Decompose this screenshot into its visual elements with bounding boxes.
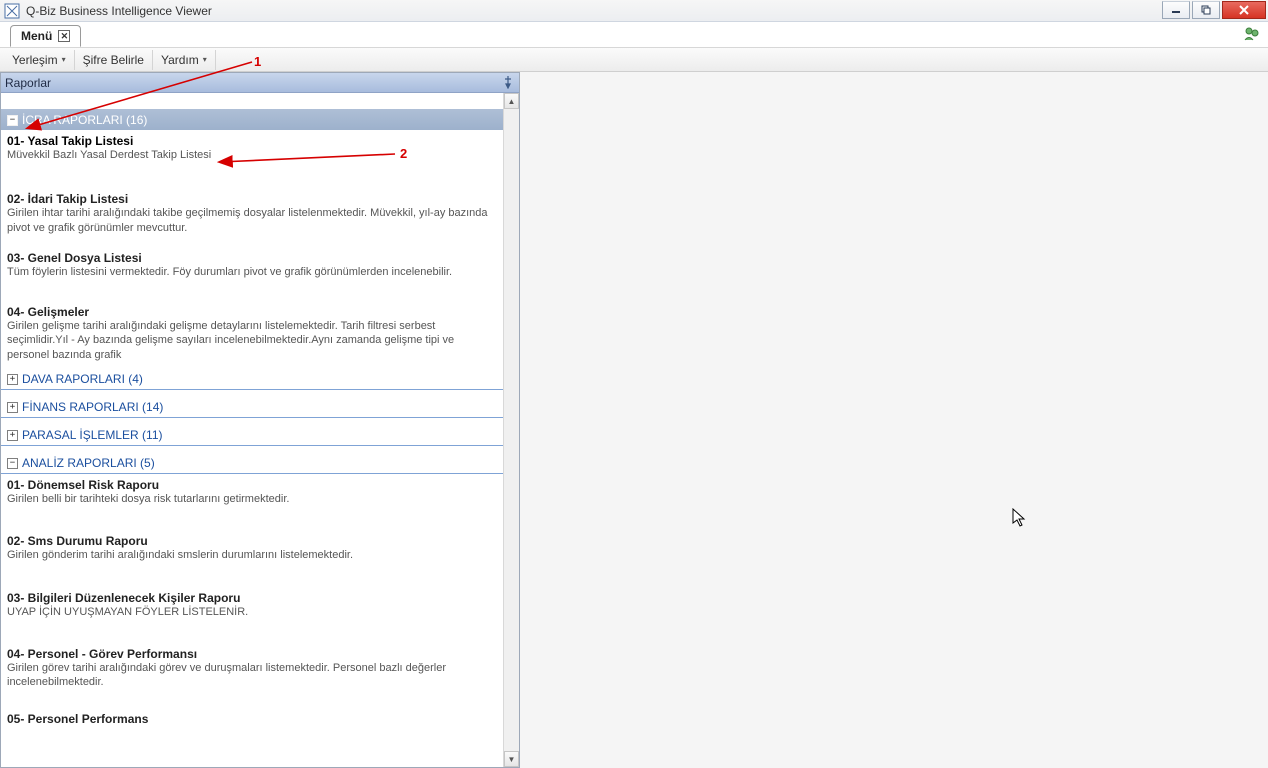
- menu-help-label: Yardım: [161, 53, 199, 67]
- report-item[interactable]: 03- Bilgileri Düzenlenecek Kişiler Rapor…: [7, 569, 497, 625]
- expand-icon[interactable]: +: [7, 374, 18, 385]
- vertical-scrollbar[interactable]: ▲ ▼: [503, 93, 519, 767]
- app-icon: [4, 3, 20, 19]
- report-title: 02- Sms Durumu Raporu: [7, 534, 497, 548]
- menu-password-label: Şifre Belirle: [83, 53, 144, 67]
- report-item[interactable]: 03- Genel Dosya Listesi Tüm föylerin lis…: [7, 241, 497, 285]
- report-title: 05- Personel Performans: [7, 712, 497, 726]
- group-analiz-label: ANALİZ RAPORLARI (5): [22, 456, 155, 470]
- panel-title: Raporlar: [5, 76, 51, 90]
- content-area: Raporlar − İCRA RAPORLARI (16) 01- Yasal…: [0, 72, 1268, 768]
- annotation-2: 2: [400, 146, 407, 161]
- report-desc: Girilen gelişme tarihi aralığındaki geli…: [7, 319, 497, 362]
- reports-panel: Raporlar − İCRA RAPORLARI (16) 01- Yasal…: [0, 72, 520, 768]
- minimize-button[interactable]: [1162, 1, 1190, 19]
- expand-icon[interactable]: +: [7, 402, 18, 413]
- window-titlebar: Q-Biz Business Intelligence Viewer: [0, 0, 1268, 22]
- scroll-down-button[interactable]: ▼: [504, 751, 519, 767]
- close-button[interactable]: [1222, 1, 1266, 19]
- group-icra[interactable]: − İCRA RAPORLARI (16): [1, 109, 503, 130]
- menu-password[interactable]: Şifre Belirle: [75, 50, 153, 70]
- menu-layout[interactable]: Yerleşim ▾: [4, 50, 75, 70]
- group-dava-label: DAVA RAPORLARI (4): [22, 372, 143, 386]
- panel-body: − İCRA RAPORLARI (16) 01- Yasal Takip Li…: [1, 93, 519, 767]
- report-title: 04- Gelişmeler: [7, 305, 497, 319]
- report-item[interactable]: 01- Dönemsel Risk Raporu Girilen belli b…: [7, 474, 497, 512]
- report-item[interactable]: 04- Personel - Görev Performansı Girilen…: [7, 625, 497, 696]
- report-title: 04- Personel - Görev Performansı: [7, 647, 497, 661]
- report-title: 01- Dönemsel Risk Raporu: [7, 478, 497, 492]
- annotation-1: 1: [254, 54, 261, 69]
- menu-help[interactable]: Yardım ▾: [153, 50, 216, 70]
- report-item[interactable]: 02- Sms Durumu Raporu Girilen gönderim t…: [7, 512, 497, 568]
- report-desc: Girilen görev tarihi aralığındaki görev …: [7, 661, 497, 690]
- group-analiz-items: 01- Dönemsel Risk Raporu Girilen belli b…: [1, 474, 503, 731]
- report-item[interactable]: 05- Personel Performans: [7, 696, 497, 732]
- menubar: Yerleşim ▾ Şifre Belirle Yardım ▾: [0, 48, 1268, 72]
- maximize-button[interactable]: [1192, 1, 1220, 19]
- group-parasal-label: PARASAL İŞLEMLER (11): [22, 428, 163, 442]
- cursor-icon: [1012, 508, 1028, 533]
- report-desc: Tüm föylerin listesini vermektedir. Föy …: [7, 265, 497, 279]
- report-desc: UYAP İÇİN UYUŞMAYAN FÖYLER LİSTELENİR.: [7, 605, 497, 619]
- document-tabs: Menü ✕: [0, 22, 1268, 48]
- expand-icon[interactable]: +: [7, 430, 18, 441]
- group-icra-items: 01- Yasal Takip Listesi Müvekkil Bazlı Y…: [1, 130, 503, 368]
- group-icra-label: İCRA RAPORLARI (16): [22, 113, 147, 127]
- report-title: 03- Genel Dosya Listesi: [7, 251, 497, 265]
- report-desc: Girilen gönderim tarihi aralığındaki sms…: [7, 548, 497, 562]
- report-item[interactable]: 02- İdari Takip Listesi Girilen ihtar ta…: [7, 168, 497, 241]
- window-title: Q-Biz Business Intelligence Viewer: [26, 4, 212, 18]
- chevron-down-icon: ▾: [203, 55, 207, 64]
- report-title: 03- Bilgileri Düzenlenecek Kişiler Rapor…: [7, 591, 497, 605]
- report-desc: Müvekkil Bazlı Yasal Derdest Takip Liste…: [7, 148, 497, 162]
- pin-icon[interactable]: [501, 75, 515, 89]
- report-title: 02- İdari Takip Listesi: [7, 192, 497, 206]
- group-finans[interactable]: + FİNANS RAPORLARI (14): [1, 396, 503, 418]
- chevron-down-icon: ▾: [62, 55, 66, 64]
- panel-header: Raporlar: [1, 73, 519, 93]
- report-item[interactable]: 04- Gelişmeler Girilen gelişme tarihi ar…: [7, 285, 497, 368]
- report-desc: Girilen ihtar tarihi aralığındaki takibe…: [7, 206, 497, 235]
- report-item[interactable]: 01- Yasal Takip Listesi Müvekkil Bazlı Y…: [7, 130, 497, 168]
- collapse-icon[interactable]: −: [7, 115, 18, 126]
- report-title: 01- Yasal Takip Listesi: [7, 134, 497, 148]
- group-parasal[interactable]: + PARASAL İŞLEMLER (11): [1, 424, 503, 446]
- group-finans-label: FİNANS RAPORLARI (14): [22, 400, 163, 414]
- menu-layout-label: Yerleşim: [12, 53, 58, 67]
- group-dava[interactable]: + DAVA RAPORLARI (4): [1, 368, 503, 390]
- tab-menu-label: Menü: [21, 29, 52, 43]
- users-icon[interactable]: [1244, 26, 1260, 42]
- close-icon[interactable]: ✕: [58, 30, 70, 42]
- collapse-icon[interactable]: −: [7, 458, 18, 469]
- main-viewer-area: [520, 72, 1268, 768]
- tab-menu[interactable]: Menü ✕: [10, 25, 81, 47]
- report-desc: Girilen belli bir tarihteki dosya risk t…: [7, 492, 497, 506]
- group-analiz[interactable]: − ANALİZ RAPORLARI (5): [1, 452, 503, 474]
- scroll-up-button[interactable]: ▲: [504, 93, 519, 109]
